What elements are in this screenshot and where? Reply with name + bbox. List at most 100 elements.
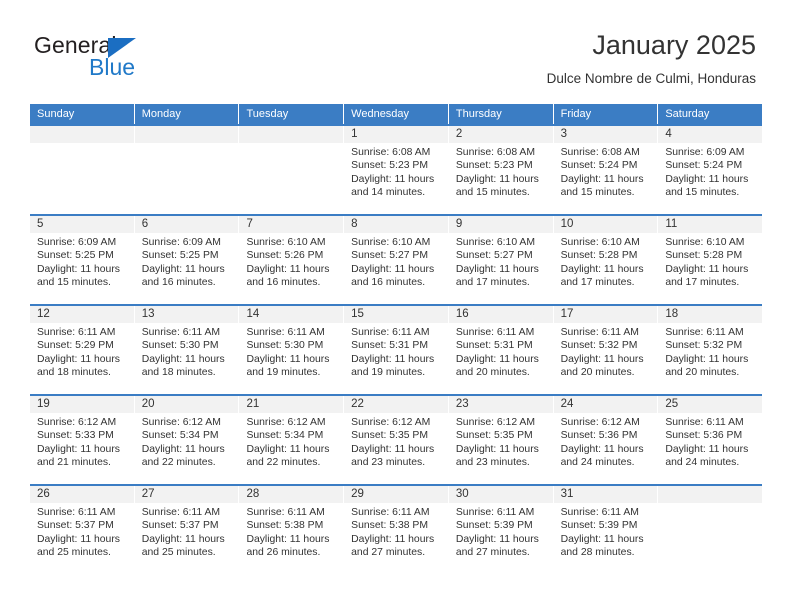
day-details: Sunrise: 6:11 AM Sunset: 5:39 PM Daylight:… bbox=[554, 503, 658, 560]
sunrise-text: Sunrise: 6:11 AM bbox=[141, 507, 221, 518]
daylight-text-line1: Daylight: 11 hours bbox=[351, 443, 435, 455]
day-details bbox=[30, 143, 134, 146]
calendar-day-cell[interactable]: 25 Sunrise: 6:11 AM Sunset: 5:36 PM Dayligh… bbox=[658, 396, 763, 484]
day-details: Sunrise: 6:09 AM Sunset: 5:25 PM Daylight:… bbox=[30, 233, 134, 290]
sunrise-text: Sunrise: 6:11 AM bbox=[455, 507, 535, 518]
calendar-day-cell[interactable]: 28 Sunrise: 6:11 AM Sunset: 5:38 PM Dayligh… bbox=[239, 486, 345, 574]
calendar-week-row: 5 Sunrise: 6:09 AM Sunset: 5:25 PM Daylight… bbox=[30, 214, 763, 304]
calendar-day-cell[interactable]: 16 Sunrise: 6:11 AM Sunset: 5:31 PM Dayligh… bbox=[448, 306, 554, 394]
sunrise-text: Sunrise: 6:10 AM bbox=[455, 237, 536, 248]
calendar-day-cell[interactable]: 14 Sunrise: 6:11 AM Sunset: 5:30 PM Dayligh… bbox=[239, 306, 345, 394]
calendar-day-cell[interactable]: 12 Sunrise: 6:11 AM Sunset: 5:29 PM Dayligh… bbox=[30, 306, 135, 394]
daylight-text-line2: and 22 minutes. bbox=[141, 457, 216, 469]
sunrise-text: Sunrise: 6:11 AM bbox=[37, 327, 116, 338]
daylight-text-line1: Daylight: 11 hours bbox=[560, 263, 644, 275]
daylight-text-line2: and 22 minutes. bbox=[246, 457, 321, 469]
day-details: Sunrise: 6:11 AM Sunset: 5:29 PM Daylight:… bbox=[30, 323, 134, 380]
calendar-day-cell[interactable]: 6 Sunrise: 6:09 AM Sunset: 5:25 PM Daylight… bbox=[134, 216, 240, 304]
calendar-day-cell[interactable]: 31 Sunrise: 6:11 AM Sunset: 5:39 PM Dayligh… bbox=[553, 486, 659, 574]
calendar-day-cell[interactable]: 30 Sunrise: 6:11 AM Sunset: 5:39 PM Dayligh… bbox=[448, 486, 554, 574]
calendar-day-cell[interactable]: 22 Sunrise: 6:12 AM Sunset: 5:35 PM Dayligh… bbox=[344, 396, 449, 484]
calendar-day-cell[interactable]: 10 Sunrise: 6:10 AM Sunset: 5:28 PM Dayligh… bbox=[553, 216, 659, 304]
day-number: 6 bbox=[134, 216, 239, 233]
calendar-day-cell[interactable]: 17 Sunrise: 6:11 AM Sunset: 5:32 PM Dayligh… bbox=[553, 306, 659, 394]
general-blue-logo[interactable]: General Blue bbox=[34, 32, 234, 88]
calendar-day-cell[interactable]: 29 Sunrise: 6:11 AM Sunset: 5:38 PM Dayligh… bbox=[344, 486, 449, 574]
day-details: Sunrise: 6:11 AM Sunset: 5:31 PM Daylight:… bbox=[344, 323, 448, 380]
daylight-text-line1: Daylight: 11 hours bbox=[455, 263, 539, 275]
sunrise-text: Sunrise: 6:11 AM bbox=[37, 507, 116, 518]
calendar-day-cell[interactable]: 23 Sunrise: 6:12 AM Sunset: 5:35 PM Dayligh… bbox=[448, 396, 554, 484]
weekday-header-sunday: Sunday bbox=[30, 104, 135, 124]
logo-text-blue: Blue bbox=[89, 54, 136, 80]
calendar-day-cell[interactable]: 9 Sunrise: 6:10 AM Sunset: 5:27 PM Daylight… bbox=[448, 216, 554, 304]
daylight-text-line1: Daylight: 11 hours bbox=[665, 173, 749, 185]
daylight-text-line1: Daylight: 11 hours bbox=[455, 443, 539, 455]
sunset-text: Sunset: 5:34 PM bbox=[141, 430, 219, 442]
day-details bbox=[135, 143, 239, 146]
calendar-day-cell[interactable]: 5 Sunrise: 6:09 AM Sunset: 5:25 PM Daylight… bbox=[30, 216, 135, 304]
sunset-text: Sunset: 5:31 PM bbox=[455, 340, 533, 352]
day-details: Sunrise: 6:11 AM Sunset: 5:32 PM Daylight:… bbox=[658, 323, 762, 380]
sunrise-text: Sunrise: 6:11 AM bbox=[455, 327, 535, 338]
daylight-text-line2: and 23 minutes. bbox=[455, 457, 530, 469]
sunrise-text: Sunrise: 6:12 AM bbox=[560, 417, 640, 428]
sunset-text: Sunset: 5:35 PM bbox=[351, 430, 428, 442]
calendar-day-cell[interactable]: 20 Sunrise: 6:12 AM Sunset: 5:34 PM Dayligh… bbox=[134, 396, 240, 484]
daylight-text-line2: and 24 minutes. bbox=[560, 457, 635, 469]
calendar-day-cell[interactable]: 26 Sunrise: 6:11 AM Sunset: 5:37 PM Dayligh… bbox=[30, 486, 135, 574]
day-number: 1 bbox=[344, 126, 448, 143]
day-number: 21 bbox=[239, 396, 344, 413]
day-details: Sunrise: 6:08 AM Sunset: 5:23 PM Daylight:… bbox=[449, 143, 553, 200]
calendar-day-cell[interactable]: 4 Sunrise: 6:09 AM Sunset: 5:24 PM Daylight… bbox=[658, 126, 763, 214]
calendar-day-cell[interactable]: 15 Sunrise: 6:11 AM Sunset: 5:31 PM Dayligh… bbox=[344, 306, 449, 394]
day-number: 26 bbox=[30, 486, 134, 503]
calendar-day-cell[interactable]: 21 Sunrise: 6:12 AM Sunset: 5:34 PM Dayligh… bbox=[239, 396, 345, 484]
day-number: 22 bbox=[344, 396, 448, 413]
daylight-text-line2: and 21 minutes. bbox=[37, 457, 111, 469]
day-number: 8 bbox=[344, 216, 448, 233]
day-number: 31 bbox=[553, 486, 658, 503]
day-details: Sunrise: 6:11 AM Sunset: 5:39 PM Daylight:… bbox=[449, 503, 553, 560]
day-number: 30 bbox=[448, 486, 553, 503]
calendar-week-row: 26 Sunrise: 6:11 AM Sunset: 5:37 PM Dayligh… bbox=[30, 484, 763, 574]
calendar-day-cell[interactable]: 3 Sunrise: 6:08 AM Sunset: 5:24 PM Daylight… bbox=[553, 126, 659, 214]
calendar-day-cell[interactable]: 11 Sunrise: 6:10 AM Sunset: 5:28 PM Dayligh… bbox=[658, 216, 763, 304]
calendar-day-cell[interactable]: 27 Sunrise: 6:11 AM Sunset: 5:37 PM Dayligh… bbox=[134, 486, 240, 574]
daylight-text-line1: Daylight: 11 hours bbox=[560, 533, 644, 545]
day-number: 11 bbox=[658, 216, 763, 233]
day-number: 15 bbox=[344, 306, 448, 323]
daylight-text-line2: and 14 minutes. bbox=[351, 187, 426, 199]
sunset-text: Sunset: 5:25 PM bbox=[141, 250, 219, 262]
weekday-header-row: Sunday Monday Tuesday Wednesday Thursday… bbox=[30, 104, 763, 124]
day-details: Sunrise: 6:08 AM Sunset: 5:23 PM Daylight:… bbox=[344, 143, 448, 200]
calendar-day-cell[interactable]: 8 Sunrise: 6:10 AM Sunset: 5:27 PM Daylight… bbox=[344, 216, 449, 304]
calendar-day-cell[interactable]: 18 Sunrise: 6:11 AM Sunset: 5:32 PM Dayligh… bbox=[658, 306, 763, 394]
daylight-text-line1: Daylight: 11 hours bbox=[351, 533, 435, 545]
day-number: 25 bbox=[658, 396, 763, 413]
sunrise-text: Sunrise: 6:11 AM bbox=[351, 507, 430, 518]
sunrise-text: Sunrise: 6:12 AM bbox=[455, 417, 536, 428]
calendar-day-cell[interactable]: 13 Sunrise: 6:11 AM Sunset: 5:30 PM Dayligh… bbox=[134, 306, 240, 394]
day-details: Sunrise: 6:09 AM Sunset: 5:25 PM Daylight:… bbox=[135, 233, 239, 290]
calendar-day-cell[interactable]: 2 Sunrise: 6:08 AM Sunset: 5:23 PM Daylight… bbox=[448, 126, 554, 214]
calendar-day-cell[interactable]: 7 Sunrise: 6:10 AM Sunset: 5:26 PM Daylight… bbox=[239, 216, 345, 304]
day-details: Sunrise: 6:12 AM Sunset: 5:36 PM Daylight:… bbox=[554, 413, 658, 470]
calendar-weeks: 1 Sunrise: 6:08 AM Sunset: 5:23 PM Daylight… bbox=[30, 124, 763, 574]
calendar-day-cell[interactable]: 1 Sunrise: 6:08 AM Sunset: 5:23 PM Daylight… bbox=[344, 126, 449, 214]
sunrise-text: Sunrise: 6:11 AM bbox=[246, 327, 325, 338]
day-details: Sunrise: 6:11 AM Sunset: 5:30 PM Daylight:… bbox=[239, 323, 343, 380]
day-details: Sunrise: 6:10 AM Sunset: 5:28 PM Daylight:… bbox=[554, 233, 658, 290]
daylight-text-line1: Daylight: 11 hours bbox=[141, 533, 225, 545]
daylight-text-line1: Daylight: 11 hours bbox=[665, 443, 749, 455]
daylight-text-line2: and 16 minutes. bbox=[141, 277, 216, 289]
daylight-text-line2: and 23 minutes. bbox=[351, 457, 426, 469]
calendar-day-cell[interactable]: 24 Sunrise: 6:12 AM Sunset: 5:36 PM Dayligh… bbox=[553, 396, 659, 484]
sunrise-text: Sunrise: 6:12 AM bbox=[351, 417, 431, 428]
day-number: 14 bbox=[239, 306, 344, 323]
daylight-text-line1: Daylight: 11 hours bbox=[37, 533, 120, 545]
calendar-day-cell[interactable]: 19 Sunrise: 6:12 AM Sunset: 5:33 PM Dayligh… bbox=[30, 396, 135, 484]
sunset-text: Sunset: 5:24 PM bbox=[665, 160, 743, 172]
calendar-week-row: 12 Sunrise: 6:11 AM Sunset: 5:29 PM Dayligh… bbox=[30, 304, 763, 394]
sunrise-text: Sunrise: 6:08 AM bbox=[455, 147, 536, 158]
